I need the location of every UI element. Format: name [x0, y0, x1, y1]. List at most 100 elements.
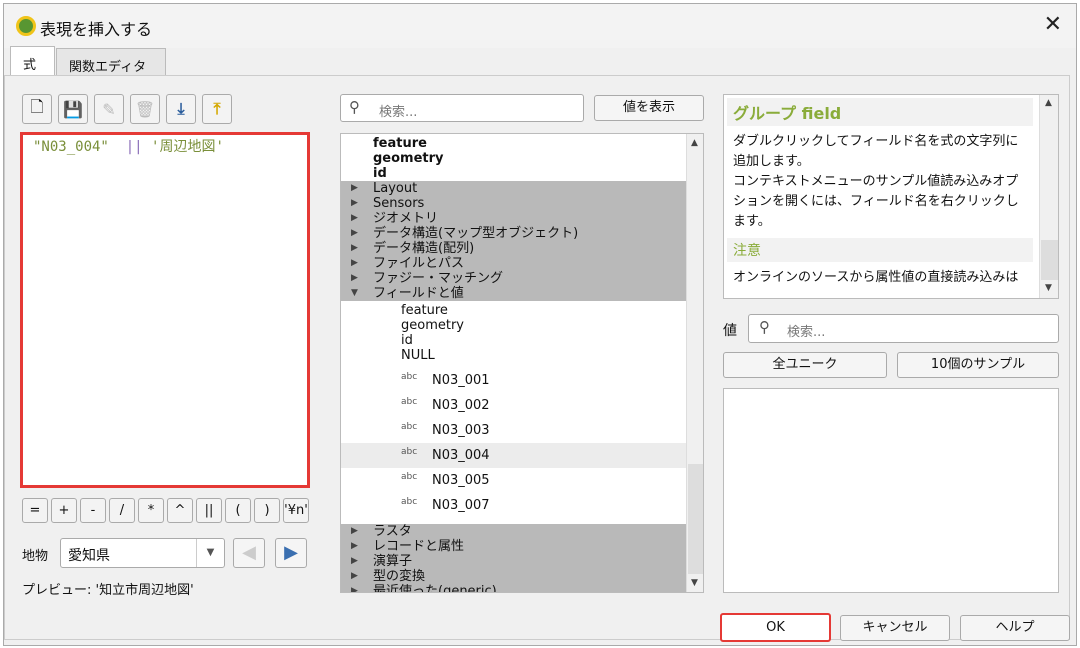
next-feature-button[interactable]: ▶ — [275, 538, 307, 568]
show-values-button[interactable]: 値を表示 — [594, 95, 704, 121]
all-unique-button[interactable]: 全ユニーク — [723, 352, 887, 378]
preview-label: プレビュー: — [22, 583, 92, 598]
values-search-placeholder: 検索... — [787, 325, 826, 340]
collapsed-arrow-icon[interactable]: ▶ — [351, 241, 358, 256]
field-item[interactable]: abc N03_005 — [341, 468, 686, 493]
tree-group[interactable]: ▶ Sensors — [341, 196, 686, 211]
field-item[interactable]: abc N03_001 — [341, 368, 686, 393]
help-scrollbar[interactable]: ▲ ▼ — [1039, 95, 1058, 298]
tree-group-label: ファイルとパス — [373, 256, 465, 271]
function-search-input[interactable]: ⚲ 検索... — [340, 94, 584, 122]
close-icon[interactable]: ✕ — [1044, 12, 1062, 37]
collapsed-arrow-icon[interactable]: ▶ — [351, 256, 358, 271]
tree-group[interactable]: ▼ フィールドと値 — [341, 286, 686, 301]
window-title: 表現を挿入する — [40, 20, 153, 39]
tree-item-label: id — [401, 333, 413, 348]
tree-item[interactable]: id — [341, 166, 686, 181]
save-icon[interactable]: 💾 — [58, 94, 88, 124]
tree-group[interactable]: ▶ レコードと属性 — [341, 539, 686, 554]
cancel-button[interactable]: キャンセル — [840, 615, 950, 641]
field-item[interactable]: abc N03_007 — [341, 493, 686, 518]
ok-button[interactable]: OK — [720, 613, 831, 642]
operator-button[interactable]: '¥n' — [283, 498, 309, 523]
field-item[interactable]: abc N03_003 — [341, 418, 686, 443]
collapsed-arrow-icon[interactable]: ▶ — [351, 196, 358, 211]
collapsed-arrow-icon[interactable]: ▶ — [351, 271, 358, 286]
feature-combo[interactable]: 愛知県 ▼ — [60, 538, 225, 568]
scroll-up-icon[interactable]: ▲ — [1045, 98, 1052, 108]
tree-group-label: データ構造(配列) — [373, 241, 475, 256]
tree-group[interactable]: ▶ 型の変換 — [341, 569, 686, 584]
sample-10-button[interactable]: 10個のサンプル — [897, 352, 1059, 378]
field-name: N03_007 — [432, 498, 490, 513]
tree-group[interactable]: ▶ 演算子 — [341, 554, 686, 569]
tree-item[interactable]: geometry — [341, 318, 686, 333]
edit-icon[interactable]: ✎ — [94, 94, 124, 124]
tab-expression[interactable]: 式 — [10, 46, 55, 76]
collapsed-arrow-icon[interactable]: ▶ — [351, 584, 358, 592]
tree-scrollbar[interactable]: ▲ ▼ — [686, 134, 703, 592]
tree-group[interactable]: ▶ ファジー・マッチング — [341, 271, 686, 286]
tree-group[interactable]: ▶ ジオメトリ — [341, 211, 686, 226]
expanded-arrow-icon[interactable]: ▼ — [351, 286, 358, 301]
field-item[interactable]: abc N03_002 — [341, 393, 686, 418]
tree-item[interactable]: id — [341, 333, 686, 348]
tree-group[interactable]: ▶ Layout — [341, 181, 686, 196]
operator-button[interactable]: ( — [225, 498, 251, 523]
tree-group[interactable]: ▶ データ構造(配列) — [341, 241, 686, 256]
help-paragraph: コンテキストメニューのサンプル値読み込みオプションを開くには、フィールド名を右ク… — [733, 174, 1019, 229]
operator-button[interactable]: / — [109, 498, 135, 523]
scroll-down-icon[interactable]: ▼ — [691, 578, 698, 588]
help-panel: グループ field ダブルクリックしてフィールド名を式の文字列に追加します。コ… — [723, 94, 1059, 299]
collapsed-arrow-icon[interactable]: ▶ — [351, 181, 358, 196]
help-text: ダブルクリックしてフィールド名を式の文字列に追加します。 コンテキストメニューのサ… — [727, 129, 1033, 235]
expression-editor[interactable]: "N03_004" || '周辺地図' — [20, 132, 310, 488]
delete-icon[interactable]: 🗑 — [130, 94, 160, 124]
tree-item[interactable]: feature — [341, 303, 686, 318]
scroll-up-icon[interactable]: ▲ — [691, 138, 698, 148]
operator-button[interactable]: * — [138, 498, 164, 523]
tree-item[interactable]: NULL — [341, 348, 686, 363]
import-icon[interactable]: ⤓ — [166, 94, 196, 124]
field-item[interactable]: abc N03_004 — [341, 443, 686, 468]
tab-function-editor[interactable]: 関数エディタ — [56, 48, 166, 76]
new-file-icon[interactable]: 🗋 — [22, 94, 52, 124]
field-name: N03_003 — [432, 423, 490, 438]
tree-item[interactable]: feature — [341, 136, 686, 151]
tree-group-label: フィールドと値 — [373, 286, 464, 301]
previous-feature-button[interactable]: ◀ — [233, 538, 265, 568]
search-icon: ⚲ — [759, 318, 770, 336]
collapsed-arrow-icon[interactable]: ▶ — [351, 226, 358, 241]
tree-group[interactable]: ▶ 最近使った(generic) — [341, 584, 686, 592]
tree-item[interactable]: geometry — [341, 151, 686, 166]
operator-button[interactable]: = — [22, 498, 48, 523]
tree-group-label: データ構造(マップ型オブジェクト) — [373, 226, 579, 241]
collapsed-arrow-icon[interactable]: ▶ — [351, 569, 358, 584]
tree-group[interactable]: ▶ データ構造(マップ型オブジェクト) — [341, 226, 686, 241]
tree-group[interactable]: ▶ ファイルとパス — [341, 256, 686, 271]
values-search-input[interactable]: ⚲ 検索... — [748, 314, 1059, 343]
operator-button[interactable]: + — [51, 498, 77, 523]
collapsed-arrow-icon[interactable]: ▶ — [351, 539, 358, 554]
values-list[interactable] — [723, 388, 1059, 593]
operator-button[interactable]: ) — [254, 498, 280, 523]
scroll-thumb[interactable] — [1041, 240, 1058, 280]
export-icon[interactable]: ⤒ — [202, 94, 232, 124]
tree-group[interactable]: ▶ ラスタ — [341, 524, 686, 539]
collapsed-arrow-icon[interactable]: ▶ — [351, 211, 358, 226]
scroll-thumb[interactable] — [688, 464, 703, 574]
collapsed-arrow-icon[interactable]: ▶ — [351, 554, 358, 569]
operator-button[interactable]: || — [196, 498, 222, 523]
tree-item-label: NULL — [401, 348, 435, 363]
qgis-logo-icon — [16, 16, 36, 36]
operator-button[interactable]: ^ — [167, 498, 193, 523]
scroll-down-icon[interactable]: ▼ — [1045, 283, 1052, 293]
function-tree: feature geometry id ▶ Layout ▶ Sensors ▶ ジオメトリ ▶ デ… — [340, 133, 704, 593]
operator-button[interactable]: - — [80, 498, 106, 523]
tree-group-label: 型の変換 — [373, 569, 426, 584]
collapsed-arrow-icon[interactable]: ▶ — [351, 524, 358, 539]
field-name: N03_005 — [432, 473, 490, 488]
title-bar: 表現を挿入する ✕ — [4, 4, 1076, 48]
note-title: 注意 — [727, 238, 1033, 262]
help-button[interactable]: ヘルプ — [960, 615, 1070, 641]
